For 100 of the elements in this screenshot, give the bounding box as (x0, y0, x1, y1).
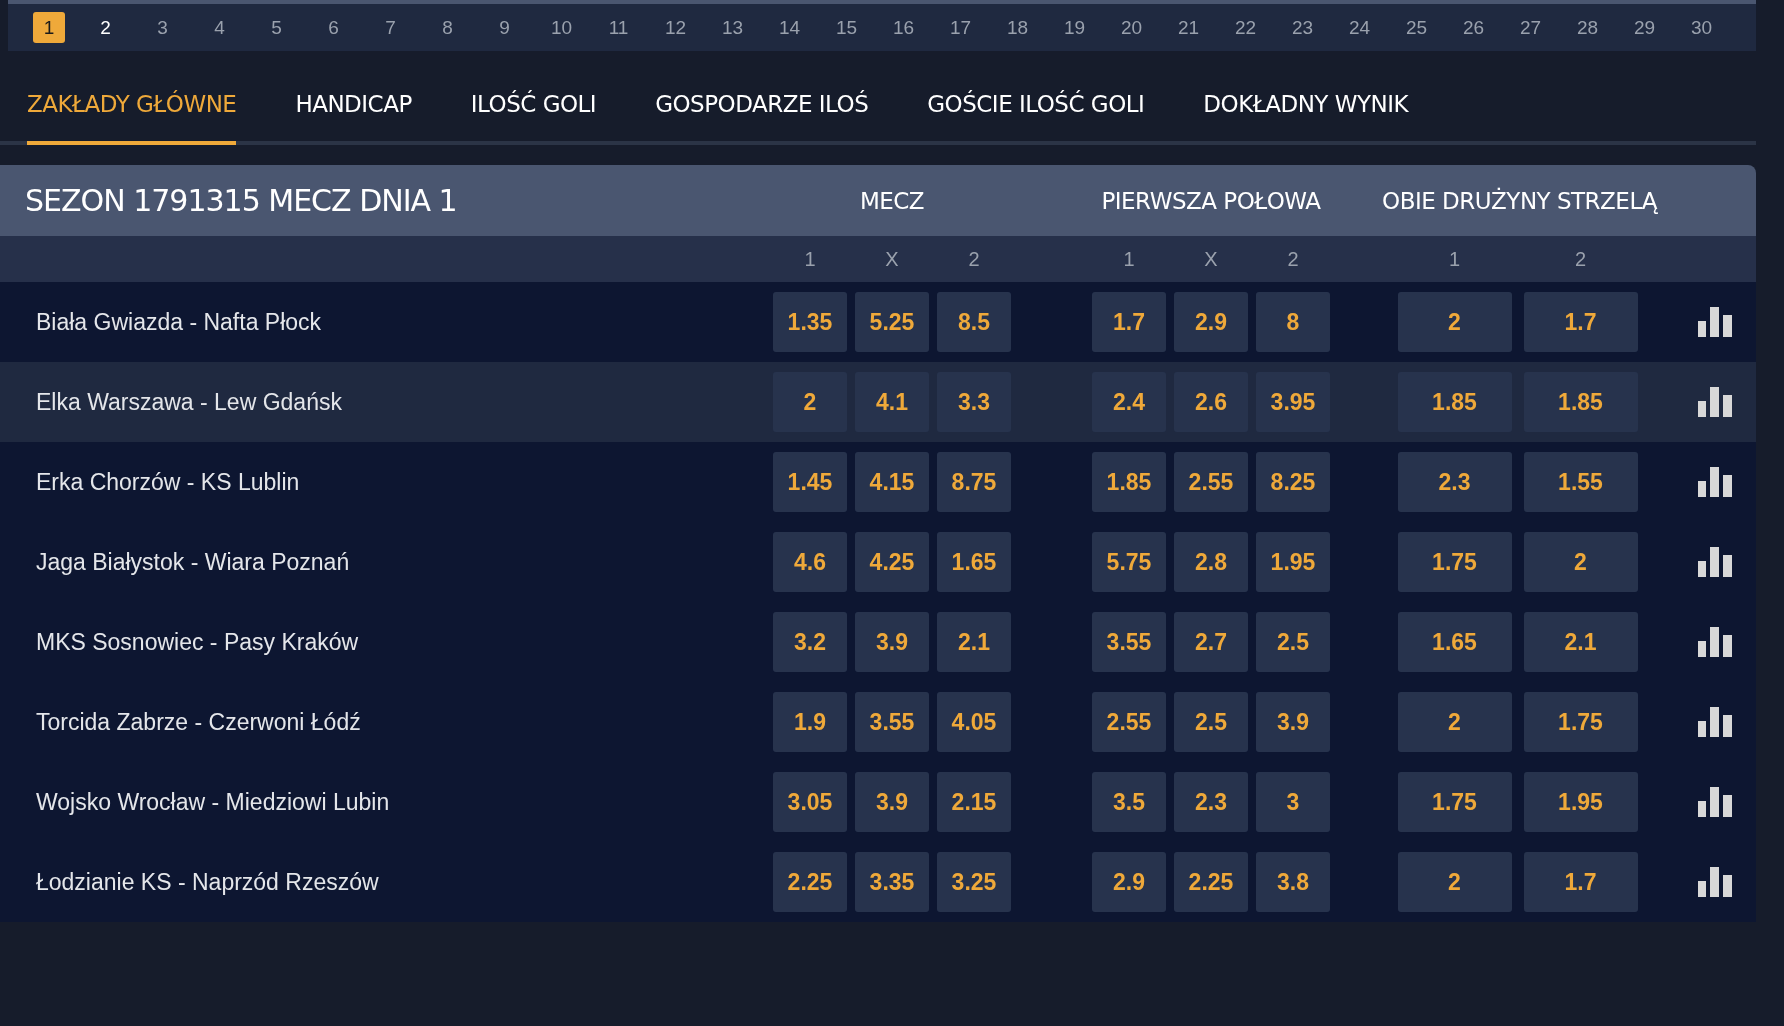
odds-button[interactable]: 3.25 (937, 852, 1011, 912)
odds-button[interactable]: 1.7 (1523, 852, 1638, 912)
odds-button[interactable]: 1.75 (1397, 532, 1512, 592)
day-button[interactable]: 23 (1274, 12, 1331, 43)
bar-chart-icon[interactable] (1697, 627, 1732, 657)
odds-button[interactable]: 2.6 (1174, 372, 1248, 432)
odds-button[interactable]: 2 (1523, 532, 1638, 592)
odds-button[interactable]: 1.75 (1523, 692, 1638, 752)
day-button[interactable]: 8 (419, 12, 476, 43)
odds-button[interactable]: 2.55 (1092, 692, 1166, 752)
odds-button[interactable]: 2.25 (1174, 852, 1248, 912)
bar-chart-icon[interactable] (1697, 867, 1732, 897)
odds-button[interactable]: 3.9 (855, 772, 929, 832)
odds-button[interactable]: 1.75 (1397, 772, 1512, 832)
day-button[interactable]: 6 (305, 12, 362, 43)
odds-button[interactable]: 3.05 (773, 772, 847, 832)
odds-button[interactable]: 2.55 (1174, 452, 1248, 512)
day-button[interactable]: 9 (476, 12, 533, 43)
day-button[interactable]: 24 (1331, 12, 1388, 43)
bar-chart-icon[interactable] (1697, 547, 1732, 577)
day-button[interactable]: 27 (1502, 12, 1559, 43)
market-tab[interactable]: GOŚCIE ILOŚĆ GOLI (927, 67, 1145, 145)
odds-button[interactable]: 4.1 (855, 372, 929, 432)
odds-button[interactable]: 1.55 (1523, 452, 1638, 512)
odds-button[interactable]: 8.75 (937, 452, 1011, 512)
bar-chart-icon[interactable] (1697, 707, 1732, 737)
odds-button[interactable]: 2.5 (1256, 612, 1330, 672)
odds-button[interactable]: 3.8 (1256, 852, 1330, 912)
odds-button[interactable]: 1.7 (1092, 292, 1166, 352)
day-button[interactable]: 15 (818, 12, 875, 43)
day-button[interactable]: 22 (1217, 12, 1274, 43)
odds-button[interactable]: 3.95 (1256, 372, 1330, 432)
bar-chart-icon[interactable] (1697, 387, 1732, 417)
day-button[interactable]: 1 (33, 12, 65, 43)
odds-button[interactable]: 2.8 (1174, 532, 1248, 592)
market-tab[interactable]: DOKŁADNY WYNIK (1203, 67, 1409, 145)
odds-button[interactable]: 3.55 (1092, 612, 1166, 672)
day-button[interactable]: 30 (1673, 12, 1730, 43)
odds-button[interactable]: 2 (773, 372, 847, 432)
day-button[interactable]: 26 (1445, 12, 1502, 43)
odds-button[interactable]: 2.9 (1092, 852, 1166, 912)
odds-button[interactable]: 3.9 (1256, 692, 1330, 752)
odds-button[interactable]: 1.85 (1523, 372, 1638, 432)
odds-button[interactable]: 2.1 (937, 612, 1011, 672)
day-button[interactable]: 18 (989, 12, 1046, 43)
odds-button[interactable]: 2 (1397, 692, 1512, 752)
day-button[interactable]: 16 (875, 12, 932, 43)
day-button[interactable]: 25 (1388, 12, 1445, 43)
market-tab[interactable]: ILOŚĆ GOLI (470, 67, 597, 145)
odds-button[interactable]: 3.2 (773, 612, 847, 672)
odds-button[interactable]: 1.95 (1523, 772, 1638, 832)
odds-button[interactable]: 4.15 (855, 452, 929, 512)
odds-button[interactable]: 1.35 (773, 292, 847, 352)
day-button[interactable]: 17 (932, 12, 989, 43)
day-button[interactable]: 3 (134, 12, 191, 43)
bar-chart-icon[interactable] (1697, 467, 1732, 497)
odds-button[interactable]: 2.3 (1397, 452, 1512, 512)
odds-button[interactable]: 2.9 (1174, 292, 1248, 352)
odds-button[interactable]: 3.3 (937, 372, 1011, 432)
day-button[interactable]: 20 (1103, 12, 1160, 43)
odds-button[interactable]: 2.7 (1174, 612, 1248, 672)
odds-button[interactable]: 1.85 (1092, 452, 1166, 512)
odds-button[interactable]: 8.25 (1256, 452, 1330, 512)
odds-button[interactable]: 3.5 (1092, 772, 1166, 832)
day-button[interactable]: 13 (704, 12, 761, 43)
odds-button[interactable]: 5.75 (1092, 532, 1166, 592)
day-button[interactable]: 21 (1160, 12, 1217, 43)
bar-chart-icon[interactable] (1697, 787, 1732, 817)
day-button[interactable]: 19 (1046, 12, 1103, 43)
odds-button[interactable]: 3 (1256, 772, 1330, 832)
market-tab[interactable]: HANDICAP (295, 67, 412, 145)
day-button[interactable]: 12 (647, 12, 704, 43)
odds-button[interactable]: 3.9 (855, 612, 929, 672)
day-button[interactable]: 2 (77, 12, 134, 43)
odds-button[interactable]: 1.45 (773, 452, 847, 512)
odds-button[interactable]: 1.65 (1397, 612, 1512, 672)
odds-button[interactable]: 1.95 (1256, 532, 1330, 592)
bar-chart-icon[interactable] (1697, 307, 1732, 337)
odds-button[interactable]: 4.6 (773, 532, 847, 592)
day-button[interactable]: 29 (1616, 12, 1673, 43)
odds-button[interactable]: 1.85 (1397, 372, 1512, 432)
odds-button[interactable]: 4.25 (855, 532, 929, 592)
market-tab[interactable]: GOSPODARZE ILOŚ (655, 67, 869, 145)
odds-button[interactable]: 3.55 (855, 692, 929, 752)
odds-button[interactable]: 4.05 (937, 692, 1011, 752)
day-button[interactable]: 10 (533, 12, 590, 43)
odds-button[interactable]: 2 (1397, 292, 1512, 352)
day-button[interactable]: 28 (1559, 12, 1616, 43)
day-button[interactable]: 5 (248, 12, 305, 43)
day-button[interactable]: 4 (191, 12, 248, 43)
odds-button[interactable]: 2.5 (1174, 692, 1248, 752)
odds-button[interactable]: 2.3 (1174, 772, 1248, 832)
odds-button[interactable]: 2.15 (937, 772, 1011, 832)
day-button[interactable]: 7 (362, 12, 419, 43)
odds-button[interactable]: 5.25 (855, 292, 929, 352)
odds-button[interactable]: 2 (1397, 852, 1512, 912)
odds-button[interactable]: 2.25 (773, 852, 847, 912)
odds-button[interactable]: 1.7 (1523, 292, 1638, 352)
day-button[interactable]: 11 (590, 12, 647, 43)
odds-button[interactable]: 8 (1256, 292, 1330, 352)
